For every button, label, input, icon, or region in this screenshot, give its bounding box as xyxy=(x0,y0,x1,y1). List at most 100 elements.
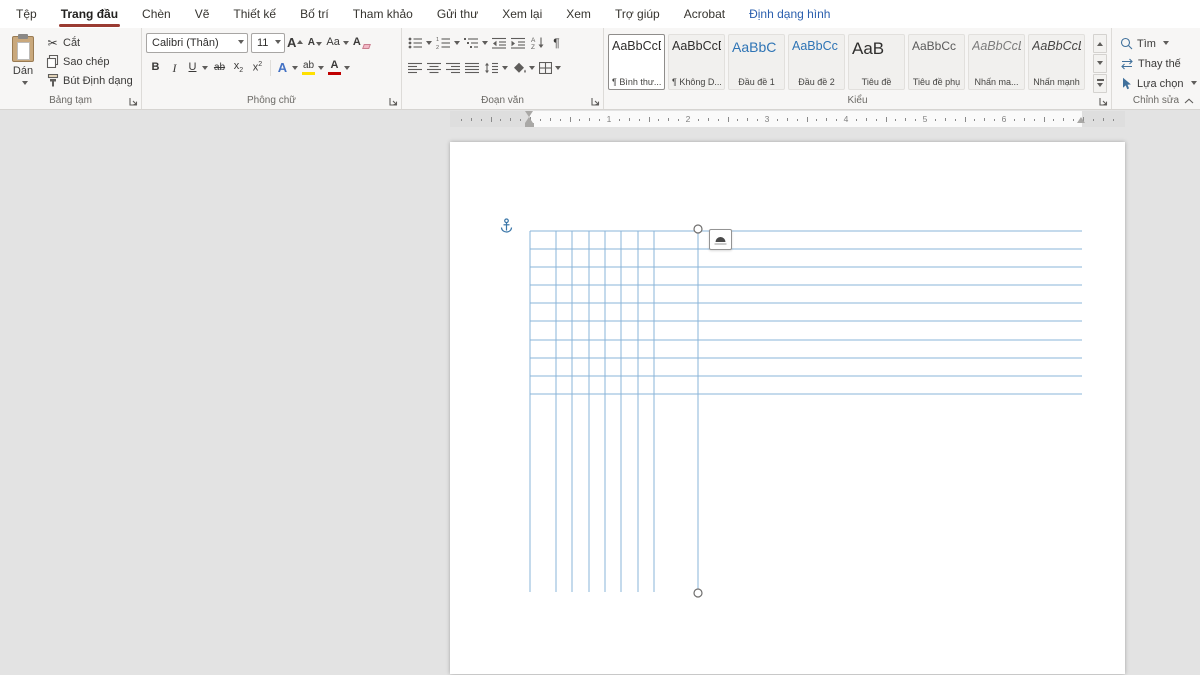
replace-button[interactable]: Thay thế xyxy=(1118,55,1196,72)
selection-handle-bottom[interactable] xyxy=(694,589,702,597)
tab-help[interactable]: Trợ giúp xyxy=(603,0,672,28)
numbering-button[interactable]: 12 xyxy=(434,32,462,53)
format-painter-button[interactable]: Bút Định dạng xyxy=(44,73,135,88)
ruler-tick xyxy=(570,117,571,122)
justify-button[interactable] xyxy=(463,57,482,78)
find-button[interactable]: Tìm xyxy=(1118,35,1196,52)
cut-button[interactable]: ✂ Cắt xyxy=(44,36,135,50)
underline-button[interactable]: U xyxy=(184,57,210,78)
styles-scroll-down-button[interactable] xyxy=(1093,54,1107,73)
tab-design[interactable]: Thiết kế xyxy=(221,0,288,28)
change-case-button[interactable]: Aa xyxy=(324,32,350,53)
collapse-ribbon-icon[interactable] xyxy=(1182,96,1196,106)
line-spacing-dropdown-arrow[interactable] xyxy=(502,66,508,73)
styles-scroll-up-button[interactable] xyxy=(1093,34,1107,53)
tab-acrobat[interactable]: Acrobat xyxy=(672,0,737,28)
find-dropdown-arrow[interactable] xyxy=(1163,41,1169,48)
align-right-button[interactable] xyxy=(444,57,463,78)
right-indent-marker[interactable] xyxy=(1077,117,1085,123)
text-effects-dropdown-arrow[interactable] xyxy=(292,66,298,73)
style-no-spacing[interactable]: AaBbCcDc¶ Không D... xyxy=(668,34,725,90)
highlight-dropdown-arrow[interactable] xyxy=(318,66,324,73)
superscript-button[interactable]: x2 xyxy=(248,57,267,78)
tab-picture-format[interactable]: Định dạng hình xyxy=(737,0,842,28)
tab-view[interactable]: Xem xyxy=(554,0,603,28)
tab-home[interactable]: Trang đầu xyxy=(49,0,130,28)
borders-button[interactable] xyxy=(537,57,563,78)
font-dialog-launcher-icon[interactable] xyxy=(387,95,399,107)
strikethrough-button[interactable]: ab xyxy=(210,57,229,78)
align-left-button[interactable] xyxy=(406,57,425,78)
text-effects-button[interactable]: A xyxy=(274,57,300,78)
font-family-dropdown-arrow[interactable] xyxy=(238,40,244,47)
indent-button[interactable] xyxy=(509,32,528,53)
line-spacing-button[interactable] xyxy=(482,57,510,78)
font-size-combo[interactable]: 11 xyxy=(251,33,285,53)
page[interactable] xyxy=(450,142,1125,674)
tab-mailings[interactable]: Gửi thư xyxy=(425,0,490,28)
styles-more-button[interactable] xyxy=(1093,74,1107,93)
style-heading-1[interactable]: AaBbCĐầu đề 1 xyxy=(728,34,785,90)
underline-dropdown-arrow[interactable] xyxy=(202,66,208,73)
borders-dropdown-arrow[interactable] xyxy=(555,66,561,73)
grow-font-button[interactable]: A xyxy=(285,32,305,53)
tab-draw[interactable]: Vẽ xyxy=(183,0,222,28)
left-indent-marker[interactable] xyxy=(525,123,534,127)
numbering-dropdown-arrow[interactable] xyxy=(454,41,460,48)
paste-dropdown-arrow[interactable] xyxy=(22,81,28,88)
selection-handle-top[interactable] xyxy=(694,225,702,233)
tab-insert[interactable]: Chèn xyxy=(130,0,183,28)
shrink-font-button[interactable]: A xyxy=(305,32,324,53)
ruler-tick xyxy=(1014,119,1015,121)
paste-button[interactable]: Dán xyxy=(4,32,42,94)
multilevel-dropdown-arrow[interactable] xyxy=(482,41,488,48)
bullets-dropdown-arrow[interactable] xyxy=(426,41,432,48)
font-family-combo[interactable]: Calibri (Thân) xyxy=(146,33,248,53)
copy-button[interactable]: Sao chép xyxy=(44,54,135,69)
ruler-tick xyxy=(965,117,966,122)
tab-file[interactable]: Tệp xyxy=(4,0,49,28)
multilevel-button[interactable] xyxy=(462,32,490,53)
select-dropdown-arrow[interactable] xyxy=(1191,81,1197,88)
grow-font-icon: A xyxy=(287,36,303,49)
paste-label: Dán xyxy=(13,65,33,77)
align-center-button[interactable] xyxy=(425,57,444,78)
style-name: Nhấn mạnh xyxy=(1032,77,1081,87)
styles-dialog-launcher-icon[interactable] xyxy=(1097,95,1109,107)
bold-button[interactable]: B xyxy=(146,57,165,78)
style-subtitle[interactable]: AaBbCcTiêu đề phụ xyxy=(908,34,965,90)
change-case-dropdown-arrow[interactable] xyxy=(343,41,349,48)
ruler-tick xyxy=(708,118,709,121)
tab-references[interactable]: Tham khảo xyxy=(341,0,425,28)
style-normal[interactable]: AaBbCcDc¶ Bình thư... xyxy=(608,34,665,90)
ruler-number: 1 xyxy=(607,111,612,127)
font-size-dropdown-arrow[interactable] xyxy=(275,40,281,47)
ribbon-tab-bar: TệpTrang đầuChènVẽThiết kếBố tríTham khả… xyxy=(0,0,1200,28)
highlight-button[interactable]: ab xyxy=(300,57,326,78)
font-color-dropdown-arrow[interactable] xyxy=(344,66,350,73)
select-button[interactable]: Lựa chọn xyxy=(1118,75,1196,92)
italic-button[interactable]: I xyxy=(165,57,184,78)
ruler-tick xyxy=(520,119,521,121)
ruler-tick xyxy=(1093,119,1094,121)
bullets-button[interactable] xyxy=(406,32,434,53)
shading-button[interactable] xyxy=(510,57,537,78)
pilcrow-button[interactable]: ¶ xyxy=(547,32,566,53)
style-emphasis[interactable]: AaBbCcDcNhấn mạnh xyxy=(1028,34,1085,90)
clipboard-dialog-launcher-icon[interactable] xyxy=(127,95,139,107)
tab-review[interactable]: Xem lại xyxy=(490,0,554,28)
shading-dropdown-arrow[interactable] xyxy=(529,66,535,73)
font-color-button[interactable]: A xyxy=(326,57,352,78)
subscript-button[interactable]: x2 xyxy=(229,57,248,78)
style-title[interactable]: AaBTiêu đề xyxy=(848,34,905,90)
layout-options-button[interactable] xyxy=(709,229,732,250)
outdent-button[interactable] xyxy=(490,32,509,53)
clear-format-button[interactable]: A xyxy=(351,32,372,53)
sort-button[interactable]: AZ xyxy=(528,32,547,53)
table-grid-drawing[interactable] xyxy=(450,142,1125,674)
style-heading-2[interactable]: AaBbCcĐầu đề 2 xyxy=(788,34,845,90)
paragraph-dialog-launcher-icon[interactable] xyxy=(589,95,601,107)
horizontal-ruler[interactable]: 123456 xyxy=(450,111,1125,127)
style-subtle-emphasis[interactable]: AaBbCcDcNhấn ma... xyxy=(968,34,1025,90)
tab-layout[interactable]: Bố trí xyxy=(288,0,341,28)
